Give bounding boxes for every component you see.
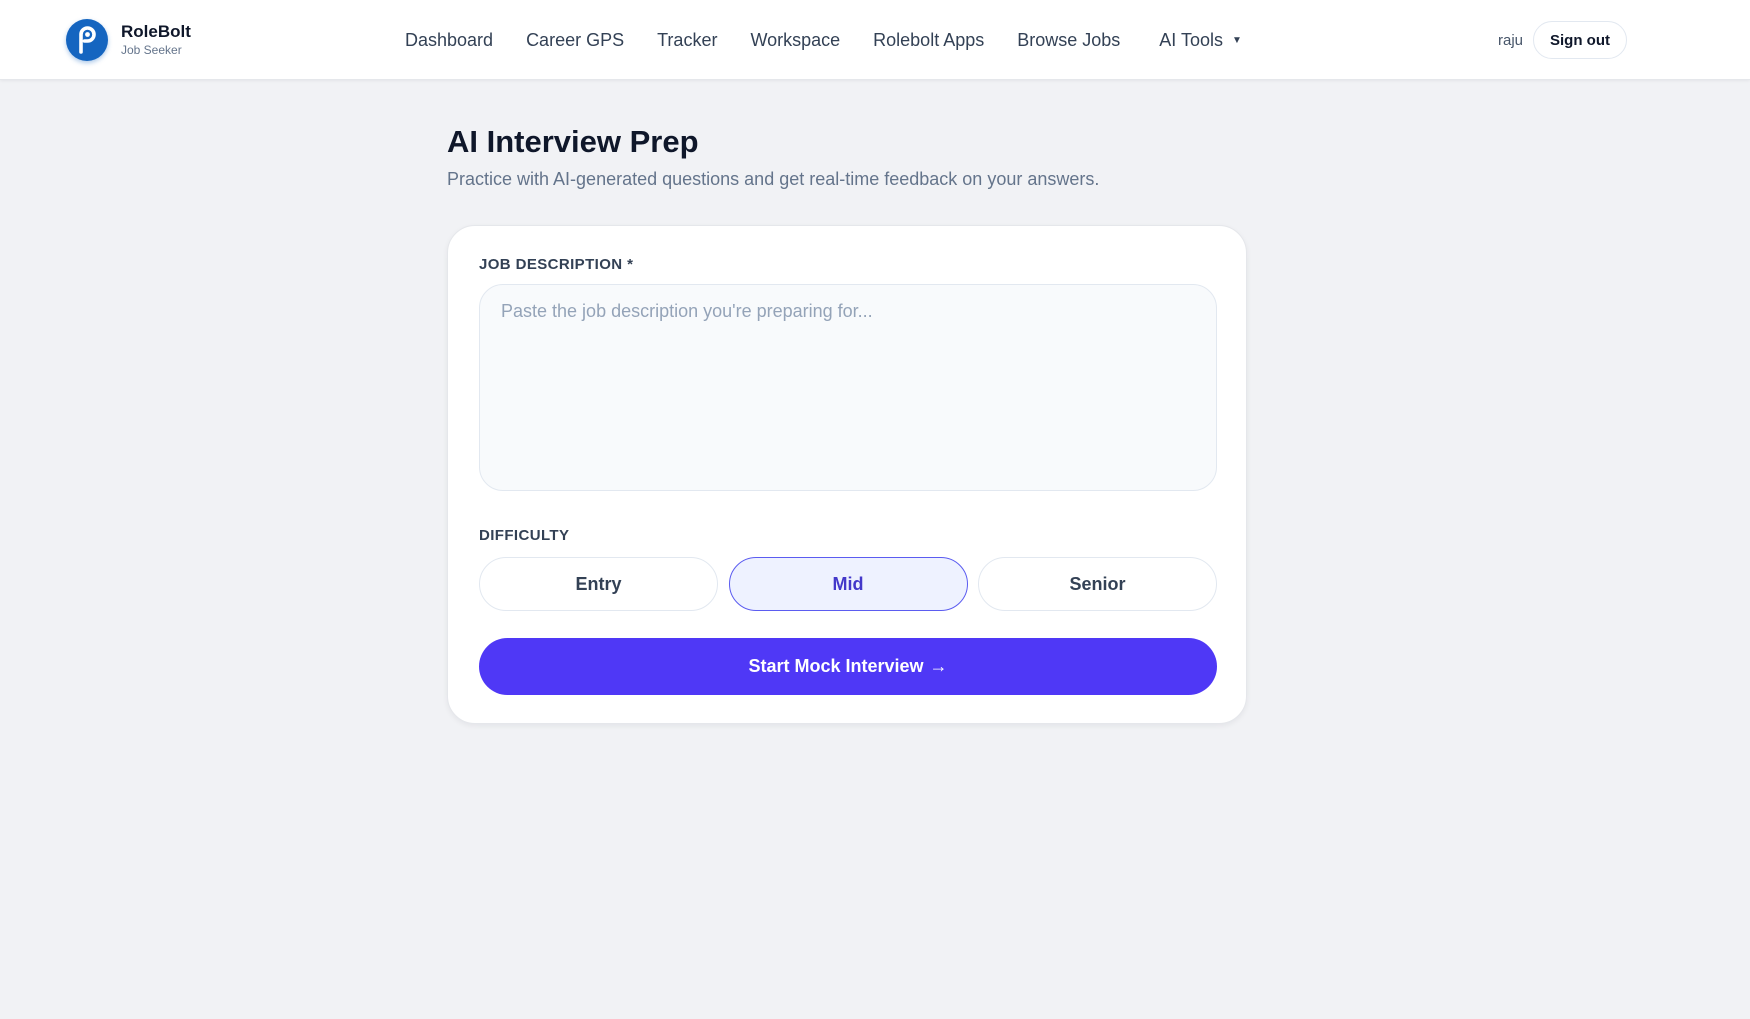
nav-item-ai-tools-label: AI Tools [1159, 29, 1223, 50]
nav-item-dashboard[interactable]: Dashboard [405, 30, 493, 51]
nav-item-workspace[interactable]: Workspace [750, 30, 840, 51]
difficulty-option-senior[interactable]: Senior [978, 557, 1217, 611]
difficulty-option-entry[interactable]: Entry [479, 557, 718, 611]
start-mock-interview-button[interactable]: Start Mock Interview → [479, 638, 1217, 695]
rolebolt-logo-icon [66, 19, 108, 61]
nav-item-rolebolt-apps[interactable]: Rolebolt Apps [873, 30, 984, 51]
difficulty-option-mid[interactable]: Mid [728, 557, 968, 611]
arrow-right-icon: → [929, 656, 948, 676]
username: raju [1497, 31, 1523, 49]
job-description-input[interactable] [479, 284, 1217, 491]
main-nav: Dashboard Career GPS Tracker Workspace R… [405, 0, 1242, 80]
brand-subtitle: Job Seeker [121, 43, 182, 57]
app-root: RoleBolt Job Seeker Dashboard Career GPS… [0, 0, 1750, 1019]
start-mock-interview-label: Start Mock Interview [748, 656, 924, 676]
user-area: raju Sign out [1498, 21, 1627, 59]
nav-item-browse-jobs[interactable]: Browse Jobs [1017, 30, 1120, 51]
brand[interactable]: RoleBolt Job Seeker [66, 19, 191, 61]
nav-item-tracker[interactable]: Tracker [657, 30, 717, 51]
nav-item-ai-tools-dropdown[interactable]: AI Tools ▼ [1159, 30, 1242, 51]
sign-out-button[interactable]: Sign out [1533, 21, 1627, 59]
page-title: AI Interview Prep [447, 124, 699, 159]
page-subtitle: Practice with AI-generated questions and… [447, 169, 1100, 189]
nav-item-career-gps[interactable]: Career GPS [526, 30, 624, 51]
brand-text: RoleBolt Job Seeker [121, 22, 191, 58]
difficulty-label: DIFFICULTY [479, 527, 570, 544]
caret-down-icon: ▼ [1231, 34, 1242, 46]
brand-name: RoleBolt [121, 22, 191, 41]
job-description-label: JOB DESCRIPTION * [479, 256, 634, 273]
difficulty-selector: Entry Mid Senior [479, 557, 1217, 611]
interview-setup-card: JOB DESCRIPTION * DIFFICULTY Entry Mid S… [447, 225, 1247, 724]
page-header: AI Interview Prep Practice with AI-gener… [447, 122, 1247, 191]
top-navbar: RoleBolt Job Seeker Dashboard Career GPS… [0, 0, 1750, 80]
